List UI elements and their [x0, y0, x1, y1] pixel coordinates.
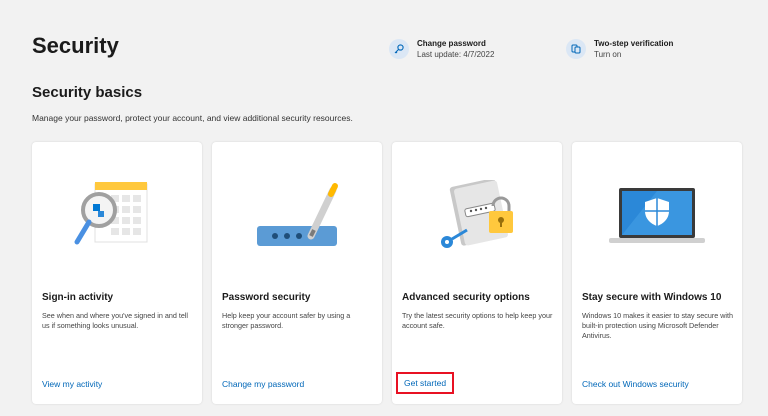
two-step-verification-link[interactable]: Two-step verification Turn on	[566, 38, 673, 60]
advanced-security-illustration	[392, 180, 562, 260]
change-password-link[interactable]: Change password Last update: 4/7/2022	[389, 38, 494, 60]
windows-security-illustration	[572, 180, 742, 260]
two-step-verification-title: Two-step verification	[594, 39, 674, 48]
card-description: Windows 10 makes it easier to stay secur…	[582, 311, 733, 340]
card-title: Stay secure with Windows 10	[582, 292, 722, 303]
section-description: Manage your password, protect your accou…	[32, 113, 353, 123]
view-my-activity-link[interactable]: View my activity	[42, 379, 102, 389]
sign-in-activity-illustration	[32, 180, 202, 260]
card-title: Password security	[222, 292, 311, 303]
two-step-verification-status: Turn on	[594, 50, 622, 59]
card-title: Advanced security options	[402, 292, 530, 303]
card-sign-in-activity: Sign-in activity See when and where you'…	[32, 142, 202, 404]
change-password-title: Change password	[417, 39, 486, 48]
section-title: Security basics	[32, 84, 143, 101]
check-out-windows-security-link[interactable]: Check out Windows security	[582, 379, 689, 389]
change-my-password-link[interactable]: Change my password	[222, 379, 304, 389]
page-title: Security	[32, 33, 119, 58]
security-cards: Sign-in activity See when and where you'…	[32, 142, 742, 404]
change-password-last-update: Last update: 4/7/2022	[417, 50, 495, 59]
password-illustration	[212, 180, 382, 260]
card-description: Try the latest security options to help …	[402, 311, 553, 330]
card-title: Sign-in activity	[42, 292, 114, 303]
card-advanced-security: Advanced security options Try the latest…	[392, 142, 562, 404]
card-windows-security: Stay secure with Windows 10 Windows 10 m…	[572, 142, 742, 404]
card-description: See when and where you've signed in and …	[42, 311, 189, 330]
card-password-security: Password security Help keep your account…	[212, 142, 382, 404]
get-started-link[interactable]: Get started	[396, 372, 455, 394]
card-description: Help keep your account safer by using a …	[222, 311, 351, 330]
phone-verification-icon	[566, 39, 586, 59]
key-icon	[389, 39, 409, 59]
